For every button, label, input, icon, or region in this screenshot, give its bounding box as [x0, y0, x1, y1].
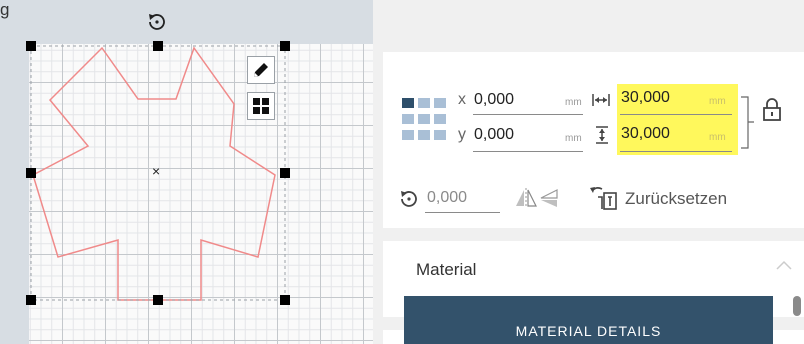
chevron-up-icon[interactable] — [776, 260, 792, 270]
rotation-input[interactable]: 0,000 — [427, 189, 467, 207]
height-unit: mm — [709, 132, 726, 143]
resize-handle-top[interactable] — [153, 41, 163, 51]
width-arrows-icon — [592, 94, 610, 106]
resize-handle-bottom-left[interactable] — [26, 295, 36, 305]
rotation-icon — [401, 191, 417, 207]
aspect-bracket — [741, 96, 754, 149]
flip-vertical-icon[interactable] — [539, 188, 559, 208]
reset-icon[interactable] — [588, 185, 618, 211]
height-input[interactable]: 30,000 — [621, 125, 670, 143]
anchor-grid-icon[interactable] — [401, 97, 449, 145]
rotate-icon[interactable] — [149, 14, 165, 30]
y-position-input[interactable]: 0,000 — [474, 126, 514, 144]
edit-shape-button[interactable] — [247, 56, 275, 84]
resize-handle-bottom[interactable] — [153, 295, 163, 305]
y-input-underline — [473, 151, 583, 152]
x-input-underline — [473, 114, 583, 115]
reset-button[interactable]: Zurücksetzen — [625, 189, 727, 209]
shape-layer[interactable] — [0, 0, 373, 344]
grid-icon — [253, 98, 269, 114]
y-label: y — [458, 126, 466, 143]
resize-handle-top-left[interactable] — [26, 41, 36, 51]
x-position-input[interactable]: 0,000 — [474, 91, 514, 109]
material-details-button[interactable]: MATERIAL DETAILS — [404, 296, 773, 344]
resize-handle-right[interactable] — [280, 168, 290, 178]
material-title: Material — [416, 260, 477, 279]
material-details-label: MATERIAL DETAILS — [515, 323, 662, 339]
rotation-input-underline — [425, 212, 500, 213]
x-unit: mm — [565, 97, 582, 108]
resize-handle-left[interactable] — [26, 168, 36, 178]
y-unit: mm — [565, 133, 582, 144]
center-marker: × — [152, 163, 161, 179]
width-unit: mm — [709, 96, 726, 107]
resize-handle-top-right[interactable] — [280, 41, 290, 51]
resize-handle-bottom-right[interactable] — [280, 295, 290, 305]
width-input-underline — [620, 114, 732, 115]
width-input[interactable]: 30,000 — [621, 89, 670, 107]
arrange-grid-button[interactable] — [247, 92, 275, 120]
design-canvas[interactable]: g × — [0, 0, 373, 344]
x-label: x — [458, 91, 466, 108]
flip-horizontal-icon[interactable] — [515, 188, 537, 208]
pencil-icon — [254, 63, 268, 77]
lock-icon[interactable] — [762, 98, 782, 122]
height-input-underline — [620, 151, 732, 152]
panel-scrollbar[interactable] — [793, 296, 801, 316]
height-arrows-icon — [596, 126, 608, 144]
